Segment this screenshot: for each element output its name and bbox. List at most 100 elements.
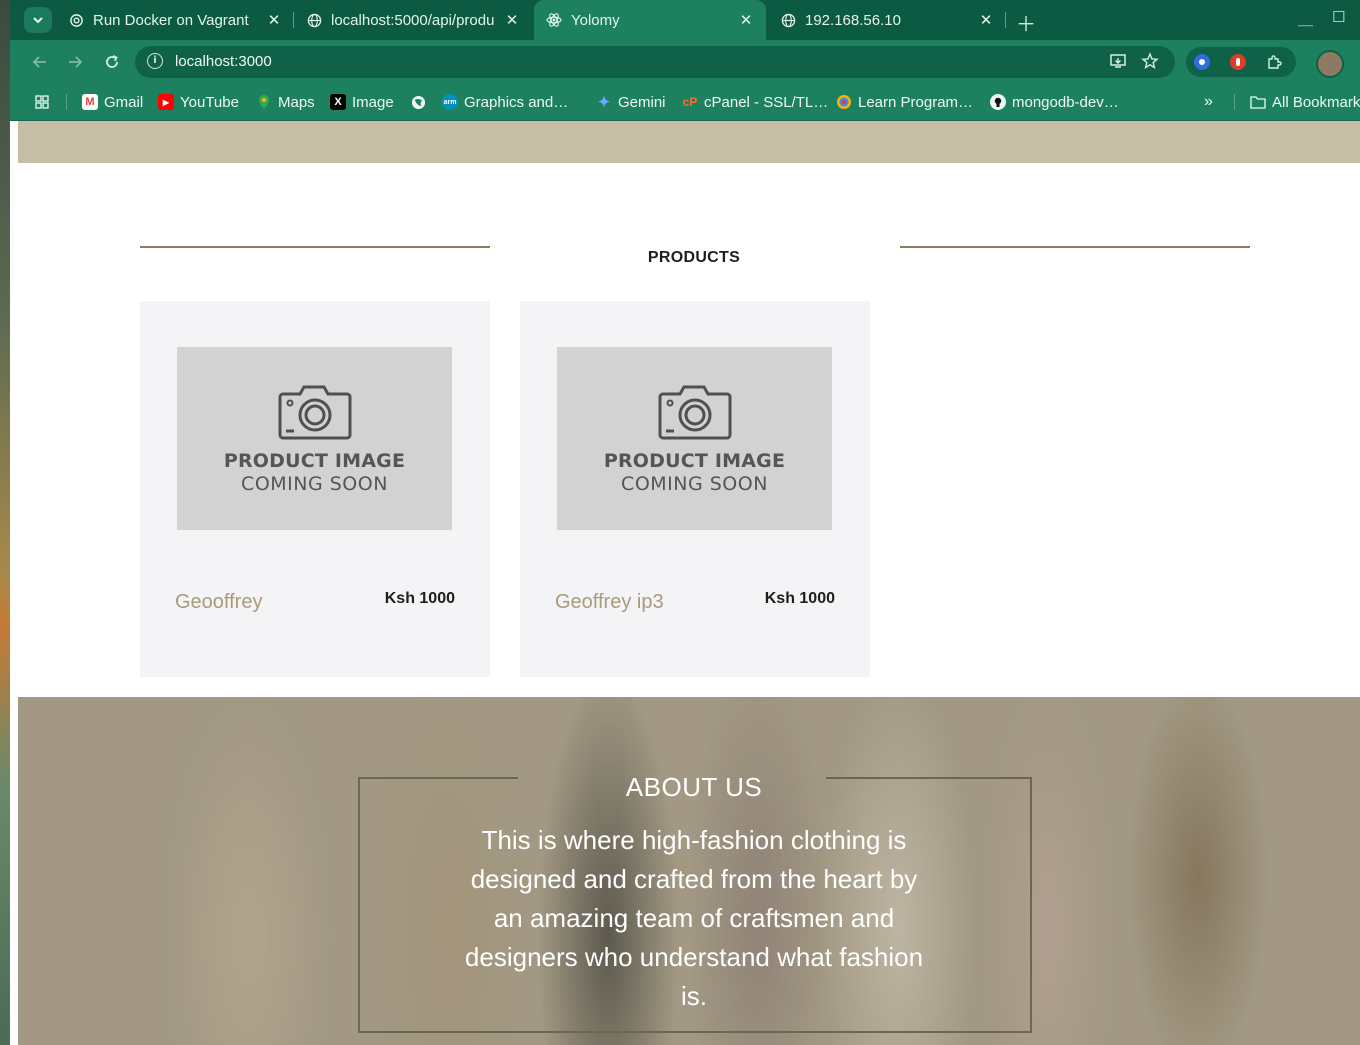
back-button[interactable] [29,51,51,73]
github-icon [990,94,1006,110]
product-name[interactable]: Geooffrey [175,591,262,614]
product-image-placeholder: PRODUCT IMAGE COMING SOON [557,347,832,530]
url-text[interactable]: localhost:3000 [175,53,272,70]
placeholder-line1: PRODUCT IMAGE [223,450,406,472]
maps-icon [256,94,272,110]
bookmark-label: All Bookmarks [1272,93,1360,111]
about-text: This is where high-fashion clothing is d… [464,825,924,1011]
extension-blue-icon[interactable] [1194,54,1210,70]
address-bar[interactable]: i localhost:3000 [135,46,1175,78]
web-page: PRODUCTS PRODUCT IMAGE COMING SOON Geoof… [18,121,1360,1045]
maximize-icon[interactable]: ☐ [1332,8,1345,26]
section-divider-right [900,246,1250,248]
browser-window: Run Docker on Vagrant ✕ localhost:5000/a… [10,0,1360,1045]
bookmark-gmail[interactable]: M Gmail [82,92,143,112]
tab-vagrant-ip[interactable]: 192.168.56.10 ✕ [768,0,1006,40]
reload-icon [106,55,118,68]
reload-button[interactable] [101,51,123,73]
globe-icon [410,94,426,110]
bookmark-globe[interactable] [410,92,432,112]
tab-search-button[interactable] [24,7,52,33]
bookmark-learn[interactable]: Learn Program… [836,92,973,112]
section-divider-left [140,246,490,248]
tab-yolomy[interactable]: Yolomy ✕ [534,0,766,40]
extensions-puzzle-icon[interactable] [1266,54,1282,70]
product-price: Ksh 1000 [764,590,835,607]
arrow-left-icon [32,56,46,68]
cpanel-icon: cP [682,95,698,109]
learn-icon [836,94,852,110]
youtube-icon: ▶ [158,94,174,110]
apps-grid-icon[interactable] [34,92,50,112]
globe-icon [780,12,796,28]
arm-icon: arm [442,94,458,110]
bookmark-label: Graphics and… [464,93,569,111]
tab-title: localhost:5000/api/produ [331,11,495,29]
product-image-placeholder: PRODUCT IMAGE COMING SOON [177,347,452,530]
tab-separator [1005,12,1006,28]
product-card[interactable]: PRODUCT IMAGE COMING SOON Geoffrey ip3 K… [520,301,870,677]
product-card[interactable]: PRODUCT IMAGE COMING SOON Geooffrey Ksh … [140,301,490,677]
products-heading: PRODUCTS [647,249,741,266]
close-tab-icon[interactable]: ✕ [264,11,284,29]
tab-title: Run Docker on Vagrant [93,11,249,29]
header-band [18,121,1360,163]
bookmarks-bar: M Gmail ▶ YouTube Maps X Image arm Graph… [10,84,1360,121]
browser-toolbar: i localhost:3000 [10,40,1360,84]
camera-icon [278,385,352,440]
tab-title: 192.168.56.10 [805,11,901,29]
bookmark-cpanel[interactable]: cP cPanel - SSL/TL… [682,92,829,112]
bookmark-maps[interactable]: Maps [256,92,315,112]
placeholder-line2: COMING SOON [621,473,768,495]
bookmarks-overflow-button[interactable]: » [1204,92,1213,112]
bookmark-gemini[interactable]: ✦ Gemini [596,92,666,112]
close-tab-icon[interactable]: ✕ [976,11,996,29]
bookmark-label: Gmail [104,93,144,111]
bookmark-graphics[interactable]: arm Graphics and… [442,92,568,112]
extension-red-icon[interactable] [1230,54,1246,70]
install-app-icon[interactable] [1109,52,1127,74]
globe-icon [306,12,322,28]
bookmark-star-icon[interactable] [1141,52,1159,74]
extensions-area [1186,47,1296,77]
arrow-right-icon [69,56,83,68]
desktop-background [0,0,10,1045]
x-icon: X [330,94,346,110]
placeholder-line1: PRODUCT IMAGE [603,450,786,472]
bookmark-label: Gemini [618,93,666,111]
tab-title: Yolomy [571,11,620,29]
forward-button[interactable] [64,51,86,73]
bookmark-label: cPanel - SSL/TL… [704,93,829,111]
placeholder-line2: COMING SOON [241,473,388,495]
bookmark-label: Learn Program… [858,93,974,111]
new-tab-button[interactable]: ＋ [1016,8,1036,37]
folder-icon [1250,94,1266,110]
site-info-icon[interactable]: i [147,53,163,69]
about-title: ABOUT US [625,772,763,802]
chevron-down-icon [33,17,43,24]
gmail-icon: M [82,94,98,110]
close-tab-icon[interactable]: ✕ [736,11,756,29]
minimize-icon[interactable]: ＿ [1298,8,1313,29]
bookmark-separator [1234,94,1235,110]
chatgpt-icon [68,12,84,28]
camera-icon [658,385,732,440]
gemini-icon: ✦ [597,94,611,111]
bookmark-image[interactable]: X Image [330,92,394,112]
close-tab-icon[interactable]: ✕ [502,11,522,29]
product-price: Ksh 1000 [384,590,455,607]
about-section: ABOUT US This is where high-fashion clot… [18,697,1360,1045]
bookmark-separator [66,94,67,110]
all-bookmarks-button[interactable]: All Bookmarks [1250,92,1360,112]
bookmark-mongodb-dev[interactable]: mongodb-dev… [990,92,1119,112]
bookmark-youtube[interactable]: ▶ YouTube [158,92,239,112]
bookmark-label: Maps [278,93,315,111]
react-icon [546,12,562,28]
product-name[interactable]: Geoffrey ip3 [555,591,664,614]
bookmark-label: Image [352,93,394,111]
tab-run-docker[interactable]: Run Docker on Vagrant ✕ [56,0,294,40]
bookmark-label: mongodb-dev… [1012,93,1119,111]
tab-api-products[interactable]: localhost:5000/api/produ ✕ [294,0,532,40]
profile-avatar[interactable] [1316,50,1344,78]
bookmark-label: YouTube [180,93,239,111]
